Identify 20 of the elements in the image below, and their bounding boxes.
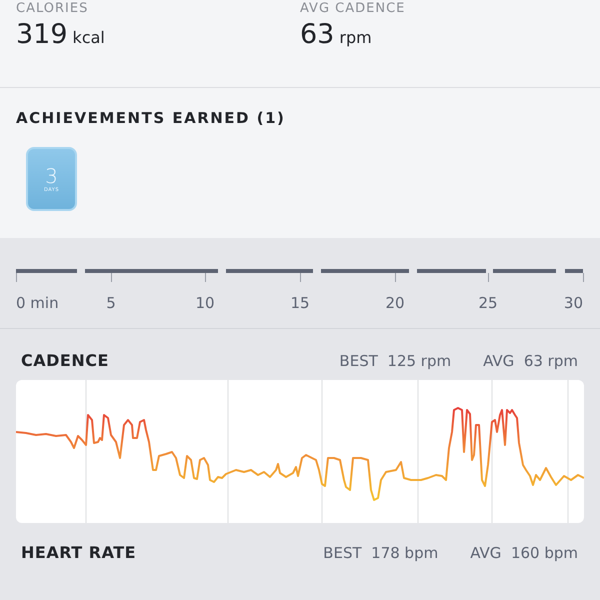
stat-label: AVG CADENCE xyxy=(300,1,406,17)
average-value: AVG 160 bpm xyxy=(470,544,578,562)
time-label: 15 xyxy=(290,294,310,312)
time-label: 25 xyxy=(478,294,498,312)
average-value: AVG 63 rpm xyxy=(483,352,578,370)
stat-unit: kcal xyxy=(72,28,105,47)
metric-title: HEART RATE xyxy=(21,543,136,562)
time-label: 0 min xyxy=(16,294,59,312)
best-value: BEST 125 rpm xyxy=(339,352,452,370)
time-label: 20 xyxy=(385,294,405,312)
best-value: BEST 178 bpm xyxy=(323,544,438,562)
time-label: 10 xyxy=(195,294,215,312)
stat-label: CALORIES xyxy=(16,1,90,17)
stat-unit: rpm xyxy=(339,28,372,47)
stat-value: 319 xyxy=(16,19,68,50)
achievements-title: ACHIEVEMENTS EARNED (1) xyxy=(16,109,286,127)
metric-title: CADENCE xyxy=(21,351,109,370)
time-label: 30 xyxy=(564,294,583,312)
stat-value: 63 xyxy=(300,19,334,50)
time-label: 5 xyxy=(106,294,116,312)
